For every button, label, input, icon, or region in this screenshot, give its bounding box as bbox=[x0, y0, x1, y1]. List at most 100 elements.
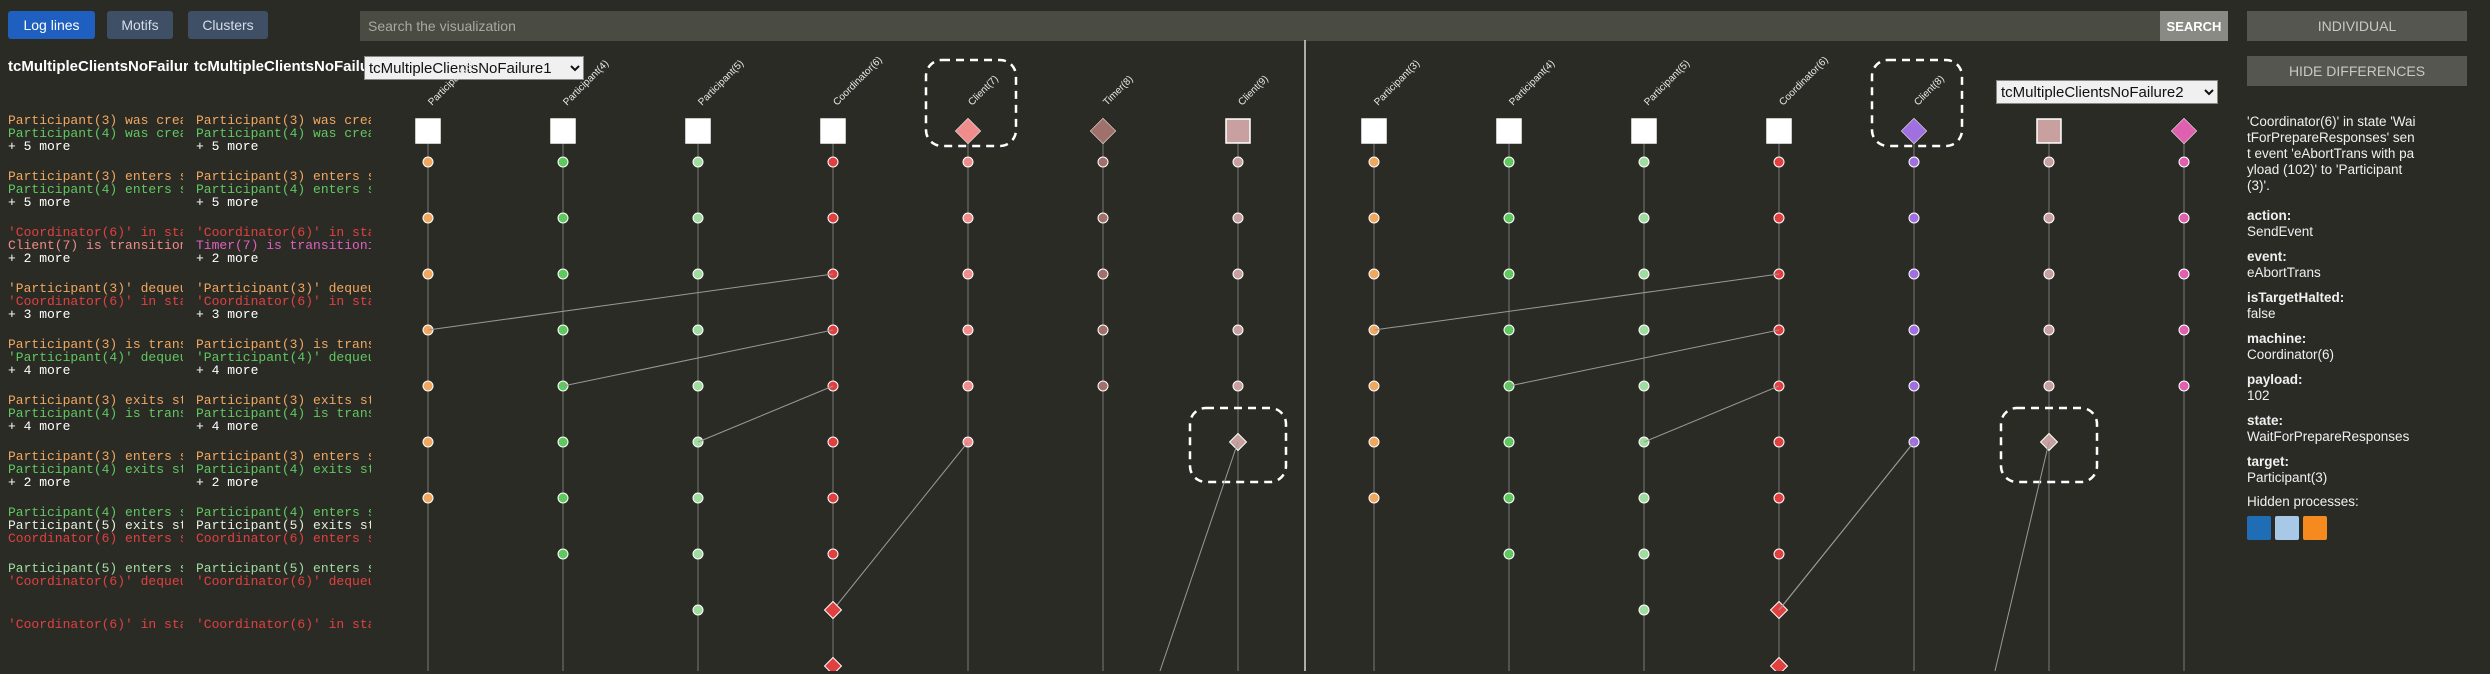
process-label[interactable]: Timer(8) bbox=[1101, 74, 1135, 108]
process-head-square[interactable] bbox=[1766, 118, 1792, 144]
event-node[interactable] bbox=[1908, 212, 1920, 224]
event-node[interactable] bbox=[1368, 268, 1380, 280]
event-node[interactable] bbox=[692, 324, 704, 336]
event-node[interactable] bbox=[692, 268, 704, 280]
event-node[interactable] bbox=[962, 156, 974, 168]
event-node[interactable] bbox=[1773, 492, 1785, 504]
event-node[interactable] bbox=[2043, 324, 2055, 336]
event-node[interactable] bbox=[1368, 380, 1380, 392]
process-label[interactable]: Coordinator(6) bbox=[831, 55, 884, 108]
event-node[interactable] bbox=[827, 156, 839, 168]
process-label[interactable]: Participant(3) bbox=[426, 58, 476, 108]
process-label[interactable]: Client(9) bbox=[1236, 74, 1271, 109]
event-node[interactable] bbox=[1097, 156, 1109, 168]
event-node[interactable] bbox=[827, 548, 839, 560]
event-node[interactable] bbox=[2043, 212, 2055, 224]
event-node[interactable] bbox=[692, 212, 704, 224]
event-node[interactable] bbox=[827, 212, 839, 224]
event-node[interactable] bbox=[422, 268, 434, 280]
hide-differences-button[interactable]: HIDE DIFFERENCES bbox=[2247, 56, 2467, 86]
event-node[interactable] bbox=[1908, 324, 1920, 336]
event-node-diamond[interactable] bbox=[1769, 656, 1789, 671]
event-node[interactable] bbox=[2178, 156, 2190, 168]
event-node[interactable] bbox=[1908, 156, 1920, 168]
process-head-square[interactable] bbox=[1361, 118, 1387, 144]
event-node[interactable] bbox=[1503, 212, 1515, 224]
event-node[interactable] bbox=[827, 492, 839, 504]
event-node[interactable] bbox=[2043, 268, 2055, 280]
process-head-square[interactable] bbox=[550, 118, 576, 144]
event-node[interactable] bbox=[1232, 324, 1244, 336]
event-node[interactable] bbox=[557, 212, 569, 224]
event-node[interactable] bbox=[1773, 548, 1785, 560]
event-node[interactable] bbox=[1368, 436, 1380, 448]
event-node[interactable] bbox=[422, 156, 434, 168]
event-node[interactable] bbox=[557, 156, 569, 168]
event-node[interactable] bbox=[1097, 212, 1109, 224]
event-node[interactable] bbox=[1503, 268, 1515, 280]
event-node[interactable] bbox=[962, 268, 974, 280]
event-node[interactable] bbox=[1773, 156, 1785, 168]
event-node[interactable] bbox=[557, 548, 569, 560]
event-node[interactable] bbox=[1368, 156, 1380, 168]
event-node[interactable] bbox=[2043, 380, 2055, 392]
event-node-diamond[interactable] bbox=[823, 656, 843, 671]
event-node[interactable] bbox=[422, 212, 434, 224]
event-node[interactable] bbox=[422, 380, 434, 392]
process-head-square[interactable] bbox=[685, 118, 711, 144]
event-node[interactable] bbox=[2178, 380, 2190, 392]
event-node[interactable] bbox=[557, 436, 569, 448]
event-node[interactable] bbox=[1097, 324, 1109, 336]
process-head-square[interactable] bbox=[1496, 118, 1522, 144]
event-node[interactable] bbox=[1503, 492, 1515, 504]
process-head-square[interactable] bbox=[2036, 118, 2062, 144]
event-node[interactable] bbox=[1503, 324, 1515, 336]
process-label[interactable]: Client(8) bbox=[1912, 74, 1947, 109]
event-node[interactable] bbox=[692, 548, 704, 560]
event-node[interactable] bbox=[1908, 268, 1920, 280]
event-node[interactable] bbox=[1232, 380, 1244, 392]
hidden-process-swatch[interactable] bbox=[2303, 516, 2327, 540]
event-node[interactable] bbox=[1232, 212, 1244, 224]
event-node[interactable] bbox=[1232, 156, 1244, 168]
process-label[interactable]: Participant(3) bbox=[1372, 58, 1422, 108]
event-node[interactable] bbox=[2178, 268, 2190, 280]
event-node[interactable] bbox=[1638, 548, 1650, 560]
event-node[interactable] bbox=[962, 380, 974, 392]
process-label[interactable]: Client(7) bbox=[966, 74, 1001, 109]
event-node[interactable] bbox=[962, 212, 974, 224]
event-node[interactable] bbox=[557, 324, 569, 336]
event-node[interactable] bbox=[557, 268, 569, 280]
event-node[interactable] bbox=[692, 380, 704, 392]
process-head-square[interactable] bbox=[415, 118, 441, 144]
event-node[interactable] bbox=[1908, 380, 1920, 392]
event-node[interactable] bbox=[1773, 436, 1785, 448]
individual-button[interactable]: INDIVIDUAL bbox=[2247, 11, 2467, 41]
event-node[interactable] bbox=[1097, 268, 1109, 280]
event-node[interactable] bbox=[1368, 492, 1380, 504]
process-label[interactable]: Coordinator(6) bbox=[1777, 55, 1830, 108]
event-node[interactable] bbox=[1638, 492, 1650, 504]
event-node[interactable] bbox=[692, 604, 704, 616]
process-label[interactable]: Participant(4) bbox=[1507, 58, 1557, 108]
process-label[interactable]: Participant(4) bbox=[561, 58, 611, 108]
process-head-diamond[interactable] bbox=[2170, 117, 2198, 145]
event-node[interactable] bbox=[1232, 268, 1244, 280]
event-node[interactable] bbox=[1773, 212, 1785, 224]
process-label[interactable]: Participant(5) bbox=[696, 58, 746, 108]
event-node[interactable] bbox=[1638, 324, 1650, 336]
event-node[interactable] bbox=[827, 436, 839, 448]
event-node[interactable] bbox=[1638, 604, 1650, 616]
event-node[interactable] bbox=[1638, 212, 1650, 224]
event-node[interactable] bbox=[2043, 156, 2055, 168]
event-node[interactable] bbox=[1097, 380, 1109, 392]
event-node[interactable] bbox=[422, 436, 434, 448]
event-node-diamond[interactable] bbox=[823, 600, 843, 620]
event-node[interactable] bbox=[692, 156, 704, 168]
event-node[interactable] bbox=[1638, 380, 1650, 392]
event-node[interactable] bbox=[2178, 212, 2190, 224]
process-head-diamond[interactable] bbox=[954, 117, 982, 145]
process-label[interactable]: Participant(5) bbox=[1642, 58, 1692, 108]
event-node[interactable] bbox=[962, 324, 974, 336]
process-head-diamond[interactable] bbox=[1900, 117, 1928, 145]
